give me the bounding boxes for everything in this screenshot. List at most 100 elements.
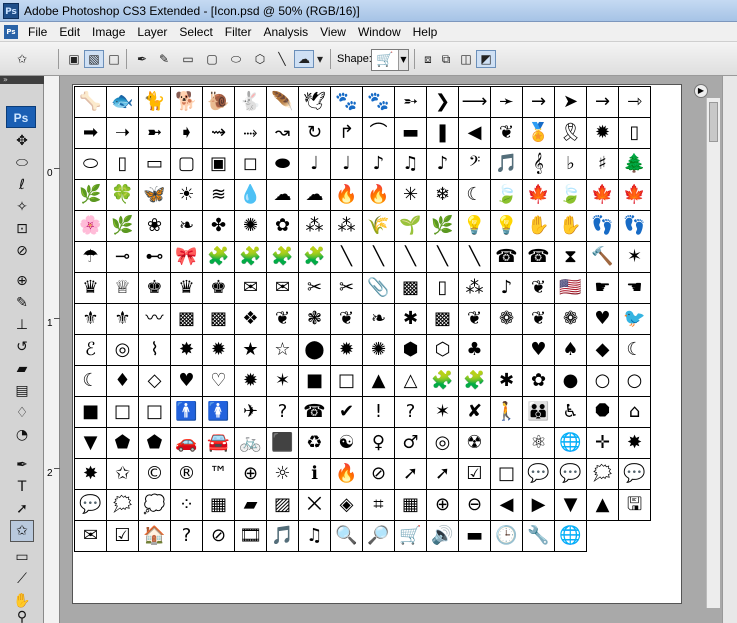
shape-preset-icon[interactable]: ♫ <box>395 149 427 180</box>
shape-preset-icon[interactable]: ♩ <box>331 149 363 180</box>
shape-preset-icon[interactable]: 🌸 <box>75 211 107 242</box>
shape-preset-icon[interactable]: 🚶 <box>491 397 523 428</box>
shape-preset-icon[interactable]: ✉ <box>267 273 299 304</box>
shape-preset-icon[interactable]: ❚ <box>427 118 459 149</box>
shape-preset-icon[interactable]: 🌐 <box>555 428 587 459</box>
shape-preset-icon[interactable]: ✶ <box>427 397 459 428</box>
shape-preset-icon[interactable]: ▲ <box>587 490 619 521</box>
shape-preset-icon[interactable]: 🐦 <box>619 304 651 335</box>
shape-preset-icon[interactable]: ☢ <box>459 428 491 459</box>
shape-preset-icon[interactable]: 🚗 <box>171 428 203 459</box>
shape-preset-icon[interactable]: ❯ <box>427 87 459 118</box>
shape-preset-icon[interactable]: ✘ <box>459 397 491 428</box>
shape-preset-icon[interactable]: 🔊 <box>427 521 459 552</box>
brush-tool[interactable]: ✎ <box>10 292 34 314</box>
shape-preset-icon[interactable]: ℰ <box>75 335 107 366</box>
shape-preset-icon[interactable]: 🏅 <box>523 118 555 149</box>
pen-tool-option-button[interactable]: ✒ <box>132 50 152 68</box>
shape-preset-icon[interactable]: 🧩 <box>235 242 267 273</box>
shape-preset-icon[interactable]: ☎ <box>299 397 331 428</box>
panel-menu-button[interactable]: ▶ <box>694 84 708 98</box>
shape-preset-icon[interactable]: 🍀 <box>107 180 139 211</box>
shape-preset-icon[interactable]: ♕ <box>107 273 139 304</box>
shape-preset-icon[interactable]: ⟶ <box>459 87 491 118</box>
shape-preset-icon[interactable]: ⚜ <box>75 304 107 335</box>
shape-preset-icon[interactable]: ✛ <box>587 428 619 459</box>
menu-window[interactable]: Window <box>352 22 407 42</box>
shape-preset-icon[interactable]: 🌿 <box>427 211 459 242</box>
path-selection-tool[interactable]: ➚ <box>10 498 34 520</box>
custom-shape-tool[interactable]: ✩ <box>10 520 34 542</box>
shape-preset-icon[interactable]: ➵ <box>395 87 427 118</box>
scrollbar-thumb[interactable] <box>709 102 718 142</box>
shape-preset-icon[interactable]: ◈ <box>331 490 363 521</box>
shape-preset-icon[interactable]: ✋ <box>555 211 587 242</box>
shape-preset-icon[interactable]: 🚲 <box>235 428 267 459</box>
paths-button[interactable]: ▧ <box>84 50 104 68</box>
shape-preset-icon[interactable]: 🌱 <box>395 211 427 242</box>
shape-preset-icon[interactable]: ▼ <box>75 428 107 459</box>
eyedropper-tool-2[interactable]: ⟋ <box>10 568 34 590</box>
shape-preset-icon[interactable]: ♪ <box>491 273 523 304</box>
shape-preset-icon[interactable]: ○ <box>587 366 619 397</box>
shape-preset-icon[interactable]: 👣 <box>587 211 619 242</box>
shape-preset-icon[interactable]: ❃ <box>299 304 331 335</box>
shape-preset-icon[interactable]: ? <box>171 521 203 552</box>
shape-preset-icon[interactable]: 💬 <box>523 459 555 490</box>
tool-preset-button[interactable]: ✩ <box>12 50 32 68</box>
create-new-shape-area-button[interactable]: ⧈ <box>418 50 438 68</box>
shape-preset-icon[interactable]: ⊘ <box>203 521 235 552</box>
shape-preset-icon[interactable]: ◆ <box>587 335 619 366</box>
shape-preset-icon[interactable]: ☆ <box>267 335 299 366</box>
shape-preset-icon[interactable]: 🇺🇸 <box>555 273 587 304</box>
shape-preset-icon[interactable]: ♀ <box>363 428 395 459</box>
geometry-options-button[interactable]: ▾ <box>314 50 326 68</box>
shape-preset-icon[interactable]: ➧ <box>171 118 203 149</box>
polygon-option-button[interactable]: ⬡ <box>250 50 270 68</box>
shape-preset-icon[interactable]: ➚ <box>395 459 427 490</box>
shape-preset-icon[interactable]: ⊘ <box>363 459 395 490</box>
history-brush-tool[interactable]: ↺ <box>10 336 34 358</box>
shape-preset-icon[interactable]: 🐈 <box>139 87 171 118</box>
chevron-down-icon[interactable]: ▼ <box>398 50 408 70</box>
shape-preset-icon[interactable]: 🐾 <box>331 87 363 118</box>
shape-preset-icon[interactable]: ✸ <box>171 335 203 366</box>
shape-preset-icon[interactable]: 🧩 <box>459 366 491 397</box>
shape-preset-icon[interactable]: ♫ <box>299 521 331 552</box>
shape-preset-icon[interactable]: 🎵 <box>267 521 299 552</box>
shape-preset-icon[interactable]: ➼ <box>139 118 171 149</box>
shape-preset-icon[interactable]: © <box>139 459 171 490</box>
shape-preset-icon[interactable]: ✤ <box>203 211 235 242</box>
fill-pixels-button[interactable]: □ <box>104 50 124 68</box>
menu-select[interactable]: Select <box>173 22 218 42</box>
shape-preset-icon[interactable]: 🧩 <box>203 242 235 273</box>
shape-preset-icon[interactable]: ▩ <box>427 304 459 335</box>
shape-preset-icon[interactable]: ⊖ <box>459 490 491 521</box>
toolbox-grip[interactable]: » <box>0 76 44 84</box>
shape-preset-icon[interactable]: ⬛ <box>267 428 299 459</box>
shape-preset-icon[interactable]: 🎗 <box>555 118 587 149</box>
shape-preset-icon[interactable]: ✱ <box>491 366 523 397</box>
healing-brush-tool[interactable]: ⊕ <box>10 270 34 292</box>
shape-preset-icon[interactable]: ■ <box>75 397 107 428</box>
shape-preset-icon[interactable]: ╲ <box>395 242 427 273</box>
shape-preset-icon[interactable]: ♯ <box>587 149 619 180</box>
shape-preset-icon[interactable]: 💬 <box>75 490 107 521</box>
shape-preset-icon[interactable]: ❦ <box>491 118 523 149</box>
shape-preset-icon[interactable]: ✿ <box>523 366 555 397</box>
shape-preset-icon[interactable]: 🚘 <box>203 428 235 459</box>
shape-preset-icon[interactable]: ♂ <box>395 428 427 459</box>
shape-preset-icon[interactable]: ✉ <box>235 273 267 304</box>
shape-preset-icon[interactable]: ▦ <box>395 490 427 521</box>
shape-preset-icon[interactable]: 👣 <box>619 211 651 242</box>
shape-preset-icon[interactable]: 🦋 <box>139 180 171 211</box>
custom-shape-option-button[interactable]: ☁ <box>294 50 314 68</box>
shape-preset-icon[interactable]: 🪶 <box>267 87 299 118</box>
shape-preset-icon[interactable]: ○ <box>619 366 651 397</box>
menu-view[interactable]: View <box>314 22 352 42</box>
shape-preset-icon[interactable]: ✹ <box>203 335 235 366</box>
shape-preset-icon[interactable]: ❖ <box>235 304 267 335</box>
shape-preset-icon[interactable]: ⬤ <box>299 335 331 366</box>
shape-preset-icon[interactable]: 🔥 <box>331 459 363 490</box>
shape-preset-icon[interactable]: ⁘ <box>171 490 203 521</box>
